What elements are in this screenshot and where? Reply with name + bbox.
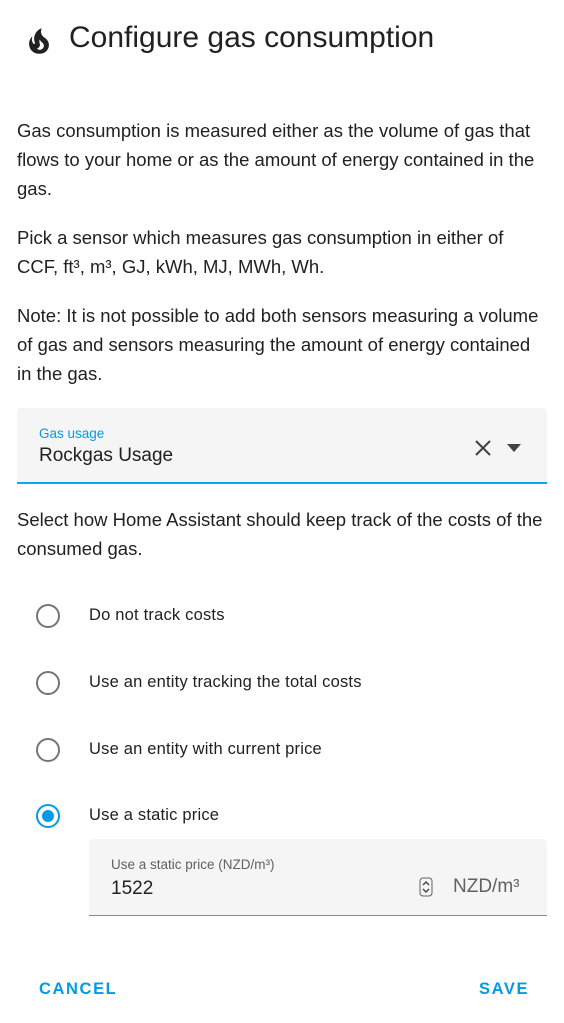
radio-option-no-costs[interactable]: Do not track costs <box>34 602 534 636</box>
intro-paragraph-note: Note: It is not possible to add both sen… <box>17 305 539 384</box>
save-button[interactable]: SAVE <box>479 980 529 999</box>
static-price-label: Use a static price (NZD/m³) <box>111 857 275 872</box>
radio-button[interactable] <box>36 671 60 695</box>
radio-option-label: Use a static price <box>89 806 220 824</box>
dialog-header: Configure gas consumption <box>0 0 564 80</box>
gas-usage-select[interactable]: Gas usage Rockgas Usage <box>17 408 547 484</box>
dialog-title: Configure gas consumption <box>69 21 435 54</box>
radio-option-current-price-entity[interactable]: Use an entity with current price <box>34 736 534 770</box>
cancel-button[interactable]: CANCEL <box>39 980 117 999</box>
intro-paragraph-volume-energy: Gas consumption is measured either as th… <box>17 120 535 199</box>
static-price-unit-suffix: NZD/m³ <box>453 876 520 897</box>
caret-down-icon[interactable] <box>505 442 523 454</box>
intro-paragraph-units: Pick a sensor which measures gas consump… <box>17 227 504 277</box>
static-price-field[interactable]: Use a static price (NZD/m³) NZD/m³ <box>89 839 547 916</box>
radio-option-total-costs-entity[interactable]: Use an entity tracking the total costs <box>34 669 534 703</box>
number-spinner-icon[interactable] <box>419 877 433 897</box>
radio-button-selected[interactable] <box>36 804 60 828</box>
radio-option-label: Use an entity with current price <box>89 740 322 758</box>
gas-usage-label: Gas usage <box>39 426 105 441</box>
static-price-input[interactable] <box>111 876 401 902</box>
radio-button[interactable] <box>36 604 60 628</box>
radio-option-label: Use an entity tracking the total costs <box>89 673 362 691</box>
radio-option-label: Do not track costs <box>89 606 225 624</box>
cost-tracking-prompt: Select how Home Assistant should keep tr… <box>17 509 543 559</box>
clear-icon[interactable] <box>473 438 493 458</box>
gas-usage-value: Rockgas Usage <box>39 445 174 466</box>
radio-option-static-price[interactable]: Use a static price <box>34 802 534 836</box>
fire-icon <box>29 28 49 54</box>
radio-button[interactable] <box>36 738 60 762</box>
configure-gas-dialog: Configure gas consumption Gas consumptio… <box>0 0 564 1023</box>
